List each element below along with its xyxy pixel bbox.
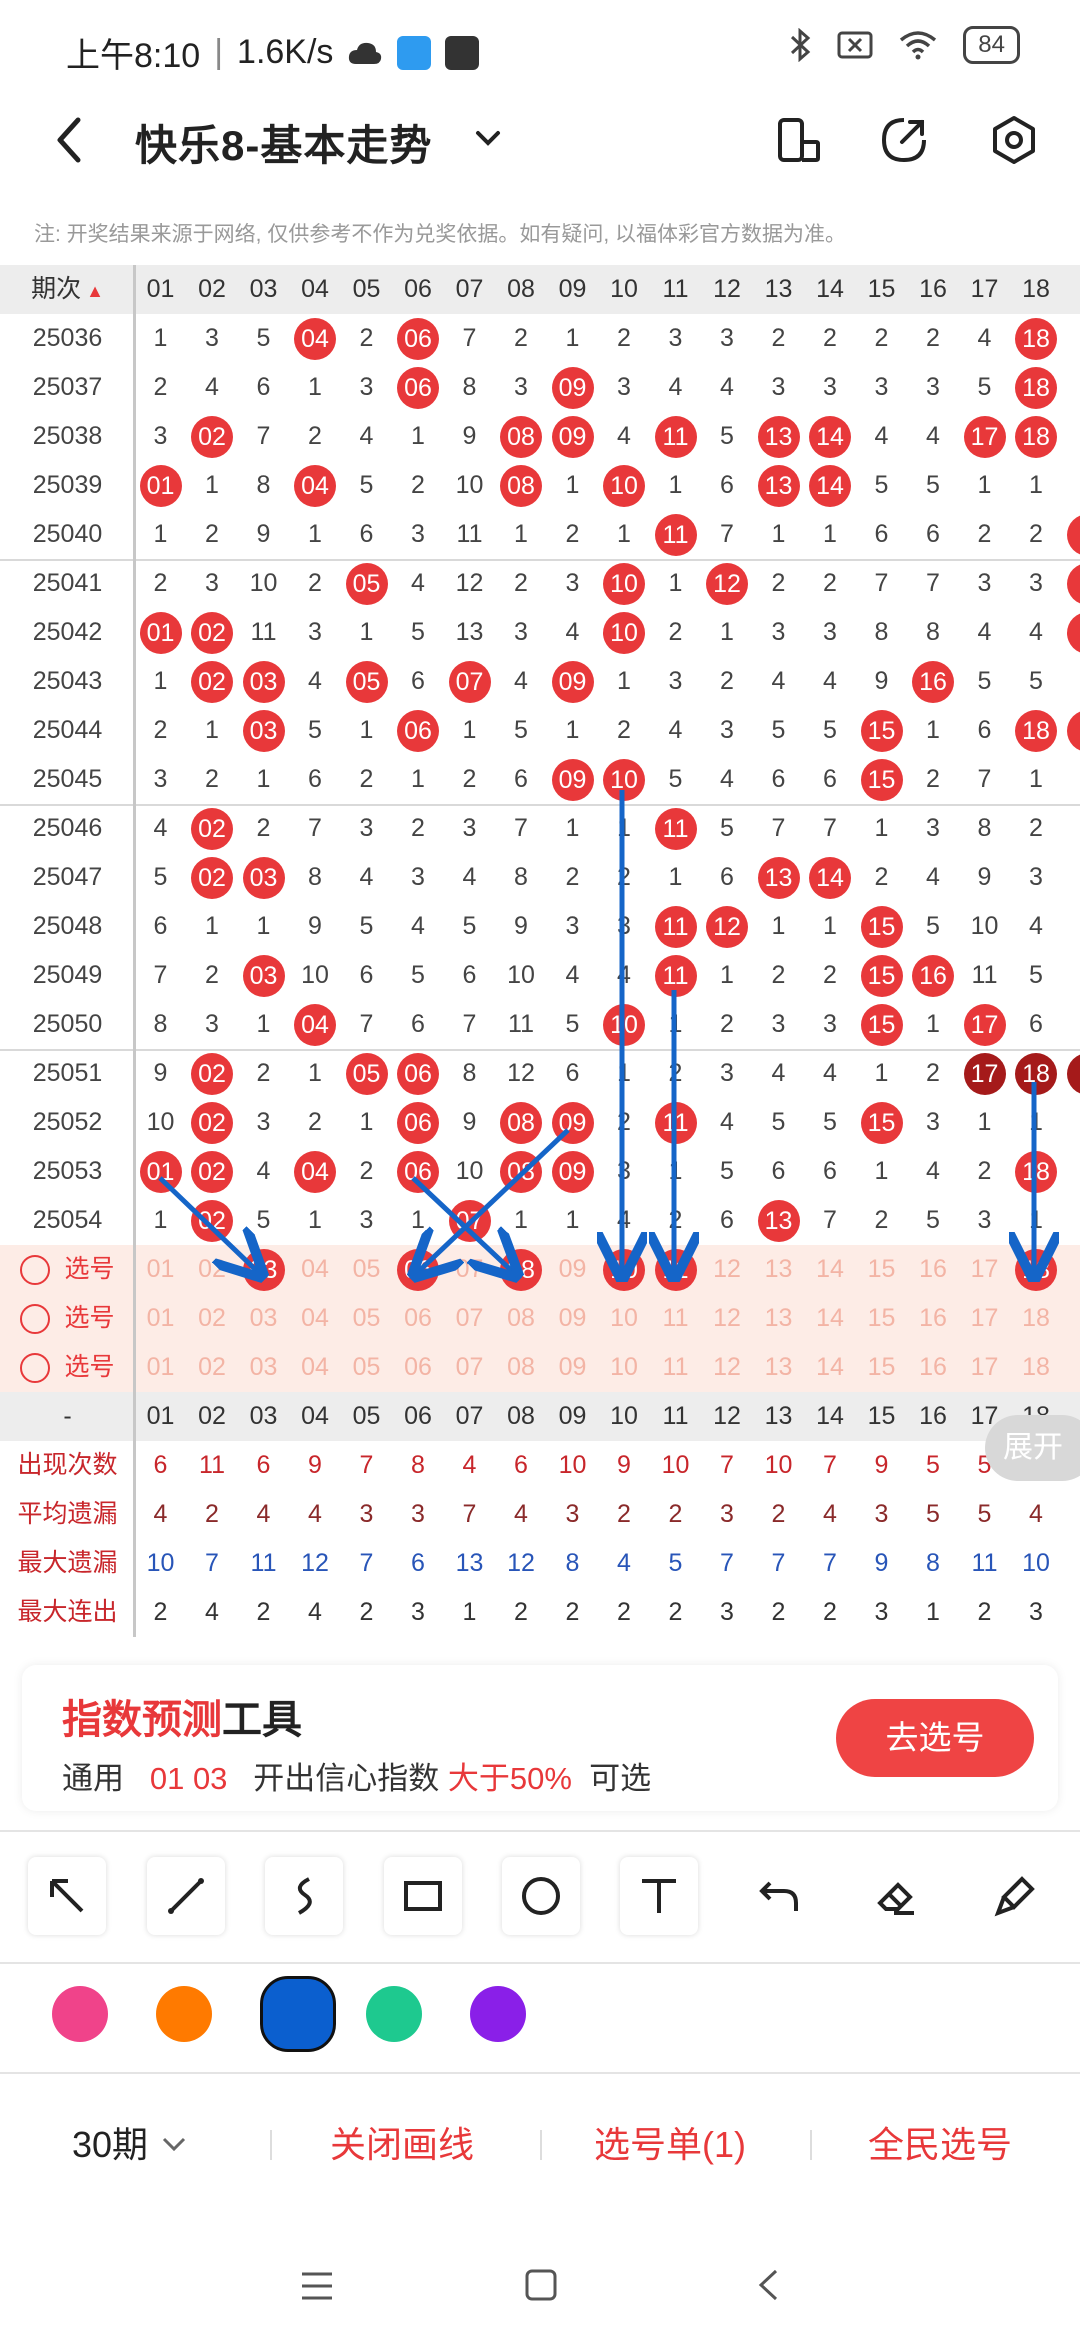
undo-icon[interactable]: [740, 1857, 818, 1935]
chevron-down-icon: [163, 2137, 186, 2152]
close-drawing-button[interactable]: 关闭画线: [330, 2116, 474, 2168]
color-swatch[interactable]: [260, 1976, 336, 2052]
circle-tool-icon[interactable]: [502, 1857, 580, 1935]
home-icon[interactable]: [524, 2268, 558, 2302]
drawn-arrow: [411, 1176, 513, 1272]
all-pick-button[interactable]: 全民选号: [868, 2116, 1012, 2168]
line-tool-icon[interactable]: [147, 1857, 225, 1935]
system-nav-bar: [0, 2230, 1080, 2340]
expand-button[interactable]: 展开: [985, 1415, 1080, 1481]
menu-icon[interactable]: [300, 2270, 334, 2302]
color-swatch[interactable]: [156, 1986, 212, 2042]
tool-card-title: 指数预测工具: [62, 1698, 302, 1742]
color-swatch[interactable]: [52, 1986, 108, 2042]
text-tool-icon[interactable]: [620, 1857, 698, 1935]
index-prediction-card: 指数预测工具 通用 01 03 开出信心指数 大于50% 可选 去选号: [22, 1665, 1058, 1811]
period-selector[interactable]: 30期: [72, 2116, 190, 2168]
arrow-tool-icon[interactable]: [28, 1857, 106, 1935]
clear-icon[interactable]: [976, 1857, 1054, 1935]
back-nav-icon[interactable]: [756, 2268, 780, 2302]
tool-card-subtitle: 通用 01 03 开出信心指数 大于50% 可选: [62, 1761, 652, 1796]
color-swatch[interactable]: [366, 1986, 422, 2042]
pick-list-button[interactable]: 选号单(1): [594, 2116, 746, 2168]
drawing-toolbar: [0, 1830, 1080, 1964]
bottom-action-bar: 30期 关闭画线 选号单(1) 全民选号: [0, 2080, 1080, 2200]
color-swatch[interactable]: [470, 1986, 526, 2042]
go-pick-button[interactable]: 去选号: [836, 1699, 1034, 1777]
rect-tool-icon[interactable]: [384, 1857, 462, 1935]
color-palette: [0, 1962, 1080, 2074]
drawn-arrow: [158, 1176, 258, 1272]
eraser-icon[interactable]: [858, 1857, 936, 1935]
curve-tool-icon[interactable]: [265, 1857, 343, 1935]
